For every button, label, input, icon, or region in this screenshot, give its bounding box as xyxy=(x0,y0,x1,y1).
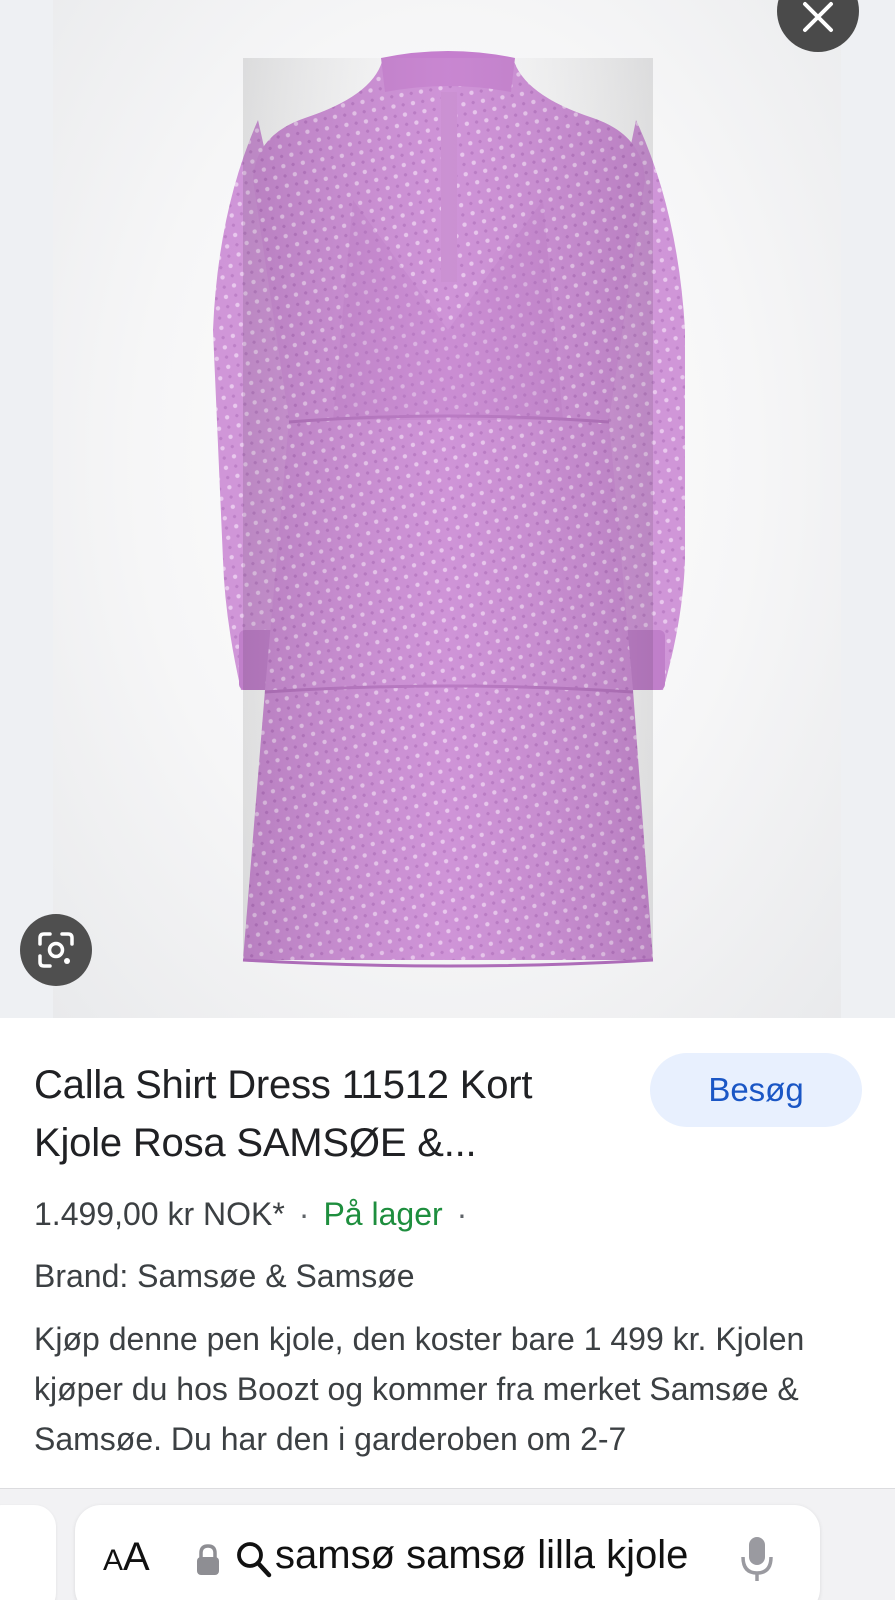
lock-icon xyxy=(197,1544,219,1575)
visit-button[interactable]: Besøg xyxy=(650,1053,862,1127)
address-bar[interactable]: AA samsø samsø lilla kjole xyxy=(75,1505,820,1600)
screen: Calla Shirt Dress 11512 Kort Kjole Rosa … xyxy=(0,0,895,1600)
image-viewer xyxy=(0,0,895,1018)
close-icon xyxy=(803,2,833,32)
product-info-panel: Calla Shirt Dress 11512 Kort Kjole Rosa … xyxy=(0,1018,895,1488)
aa-small-label: A xyxy=(103,1544,124,1577)
google-lens-icon xyxy=(38,932,74,968)
price: 1.499,00 kr NOK* xyxy=(34,1196,285,1232)
reader-text-size-button[interactable]: AA xyxy=(103,1535,150,1580)
search-icon xyxy=(237,1542,272,1578)
product-image[interactable] xyxy=(53,0,841,1018)
browser-bottom-bar: AA samsø samsø lilla kjole xyxy=(0,1488,895,1600)
separator: · xyxy=(456,1196,468,1232)
google-lens-button[interactable] xyxy=(20,914,92,986)
microphone-icon[interactable] xyxy=(740,1535,774,1585)
price-stock-line: 1.499,00 kr NOK* · På lager · xyxy=(34,1196,481,1233)
separator: · xyxy=(298,1196,310,1232)
previous-tab[interactable] xyxy=(0,1505,56,1600)
brand-line: Brand: Samsøe & Samsøe xyxy=(34,1258,415,1294)
address-query[interactable]: samsø samsø lilla kjole xyxy=(275,1533,688,1578)
product-title[interactable]: Calla Shirt Dress 11512 Kort Kjole Rosa … xyxy=(34,1056,624,1172)
product-description: Kjøp denne pen kjole, den koster bare 1 … xyxy=(34,1321,805,1457)
aa-large-label: A xyxy=(123,1535,150,1579)
stock-status: På lager xyxy=(323,1196,443,1232)
